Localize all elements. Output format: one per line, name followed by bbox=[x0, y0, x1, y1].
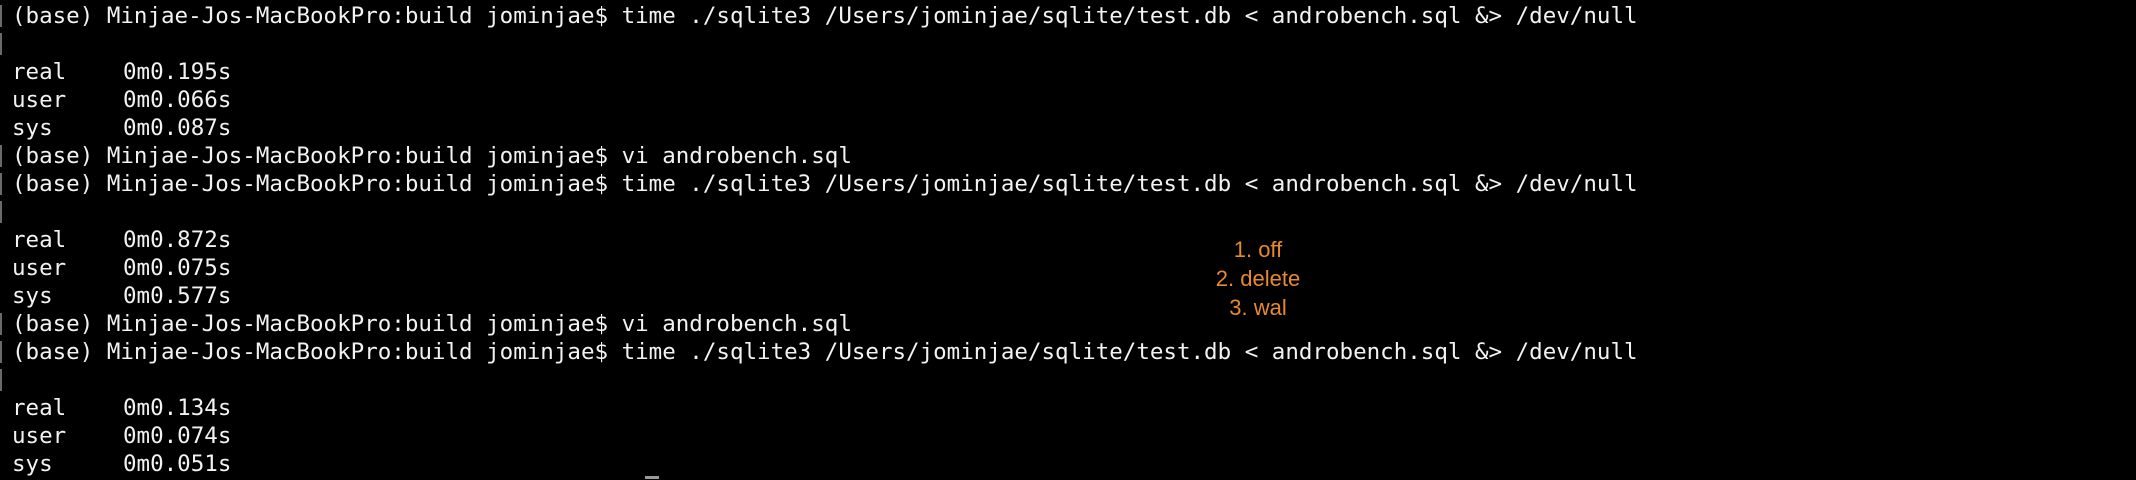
timing-value: 0m0.087s bbox=[123, 115, 232, 141]
terminal-blank-line bbox=[0, 366, 2136, 394]
terminal-blank-line bbox=[0, 30, 2136, 58]
timing-value: 0m0.075s bbox=[123, 255, 232, 281]
timing-label: user bbox=[12, 87, 67, 113]
terminal-prompt-line: (base) Minjae-Jos-MacBookPro:build jomin… bbox=[0, 170, 2136, 198]
timing-label: sys bbox=[12, 283, 53, 309]
annotation-item-off: 1. off bbox=[1233, 237, 1283, 262]
terminal-prompt-line: (base) Minjae-Jos-MacBookPro:build jomin… bbox=[0, 142, 2136, 170]
timing-label: real bbox=[12, 59, 67, 85]
timing-value: 0m0.051s bbox=[123, 451, 232, 477]
terminal-window[interactable]: (base) Minjae-Jos-MacBookPro:build jomin… bbox=[0, 0, 2136, 480]
timing-value: 0m0.134s bbox=[123, 395, 232, 421]
timing-label: user bbox=[12, 255, 67, 281]
timing-value: 0m0.577s bbox=[123, 283, 232, 309]
timing-label: real bbox=[12, 227, 67, 253]
terminal-blank-line bbox=[0, 198, 2136, 226]
timing-value: 0m0.074s bbox=[123, 423, 232, 449]
terminal-timing-line: sys 0m0.087s bbox=[0, 114, 2136, 142]
annotation-item-wal: 3. wal bbox=[1229, 295, 1287, 320]
terminal-prompt-line: (base) Minjae-Jos-MacBookPro:build jomin… bbox=[0, 2, 2136, 30]
terminal-output[interactable]: (base) Minjae-Jos-MacBookPro:build jomin… bbox=[0, 2, 2136, 478]
terminal-timing-line: real 0m0.872s bbox=[0, 226, 2136, 254]
terminal-timing-line: user 0m0.075s bbox=[0, 254, 2136, 282]
timing-label: user bbox=[12, 423, 67, 449]
terminal-timing-line: sys 0m0.051s bbox=[0, 450, 2136, 478]
terminal-timing-line: real 0m0.134s bbox=[0, 394, 2136, 422]
terminal-prompt-line: (base) Minjae-Jos-MacBookPro:build jomin… bbox=[0, 310, 2136, 338]
annotation-item-delete: 2. delete bbox=[1215, 266, 1301, 291]
timing-value: 0m0.066s bbox=[123, 87, 232, 113]
terminal-timing-line: sys 0m0.577s bbox=[0, 282, 2136, 310]
terminal-prompt-line: (base) Minjae-Jos-MacBookPro:build jomin… bbox=[0, 338, 2136, 366]
terminal-timing-line: user 0m0.066s bbox=[0, 86, 2136, 114]
timing-value: 0m0.195s bbox=[123, 59, 232, 85]
timing-value: 0m0.872s bbox=[123, 227, 232, 253]
annotation-overlay: 1. off 2. delete 3. wal bbox=[1158, 235, 1358, 322]
timing-label: real bbox=[12, 395, 67, 421]
timing-label: sys bbox=[12, 115, 53, 141]
timing-label: sys bbox=[12, 451, 53, 477]
terminal-timing-line: user 0m0.074s bbox=[0, 422, 2136, 450]
text-cursor bbox=[645, 476, 659, 479]
terminal-timing-line: real 0m0.195s bbox=[0, 58, 2136, 86]
